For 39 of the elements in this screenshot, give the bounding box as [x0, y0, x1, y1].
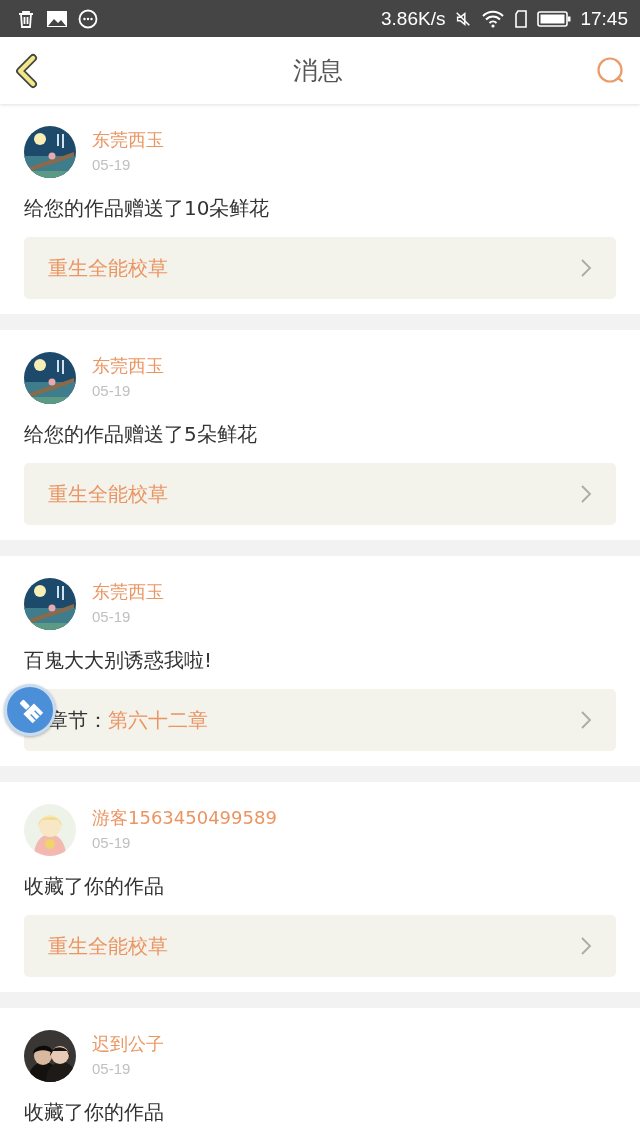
- chevron-right-icon: [580, 710, 592, 730]
- user-name: 东莞西玉: [92, 580, 164, 604]
- search-icon: [596, 55, 626, 86]
- clock: 17:45: [580, 7, 628, 30]
- chevron-right-icon: [580, 484, 592, 504]
- message-text: 收藏了你的作品: [24, 1099, 165, 1126]
- back-button[interactable]: [14, 52, 40, 89]
- chevron-right-icon: [580, 936, 592, 956]
- chapter-title: 第六十二章: [108, 706, 208, 734]
- image-icon: [46, 8, 68, 29]
- work-link[interactable]: 重生全能校草: [24, 237, 616, 299]
- work-link[interactable]: 重生全能校草: [24, 463, 616, 525]
- work-title: 重生全能校草: [48, 480, 168, 508]
- message-date: 05-19: [92, 607, 132, 627]
- chevron-right-icon: [580, 258, 592, 278]
- message-date: 05-19: [92, 155, 132, 175]
- work-link[interactable]: 重生全能校草: [24, 915, 616, 977]
- message-text: 收藏了你的作品: [24, 873, 165, 900]
- message-date: 05-19: [92, 381, 132, 401]
- sim-card-icon: [514, 8, 529, 29]
- message-date: 05-19: [92, 1059, 132, 1079]
- search-button[interactable]: [596, 55, 626, 86]
- work-title: 重生全能校草: [48, 932, 168, 960]
- message-text: 给您的作品赠送了10朵鲜花: [24, 195, 271, 222]
- message-text: 百鬼大大别诱惑我啦!: [24, 647, 214, 674]
- message-date: 05-19: [92, 833, 132, 853]
- more-icon: [78, 8, 98, 29]
- battery-icon: [537, 8, 572, 29]
- user-name: 东莞西玉: [92, 354, 164, 378]
- page-title: 消息: [293, 55, 343, 87]
- trash-icon: [16, 8, 36, 29]
- user-name: 游客1563450499589: [92, 806, 277, 830]
- user-name: 东莞西玉: [92, 128, 164, 152]
- network-speed: 3.86K/s: [381, 7, 446, 30]
- wifi-icon: [481, 8, 506, 29]
- work-title: 重生全能校草: [48, 254, 168, 282]
- back-chevron-icon: [14, 52, 40, 89]
- user-name: 迟到公子: [92, 1032, 164, 1056]
- message-text: 给您的作品赠送了5朵鲜花: [24, 421, 258, 448]
